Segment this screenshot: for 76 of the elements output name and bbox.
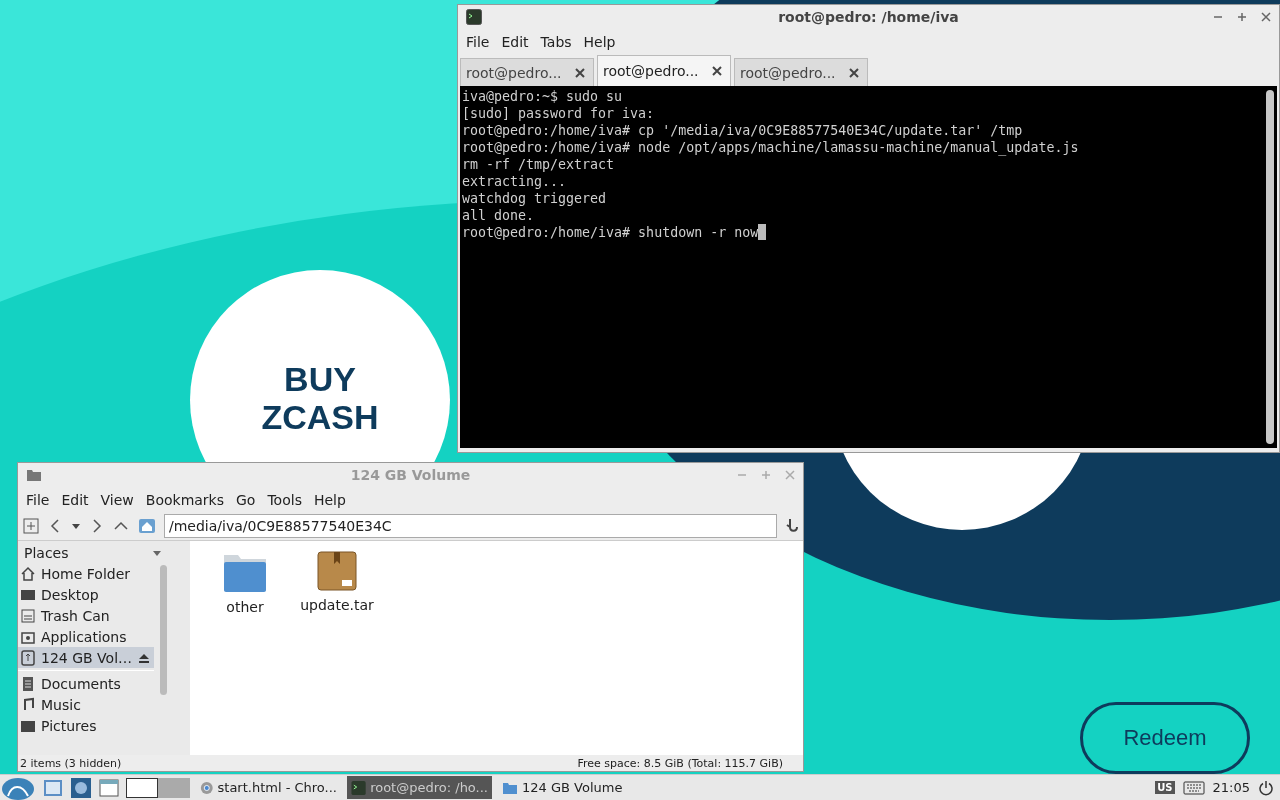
start-menu-icon[interactable] [0, 775, 36, 800]
browser-icon[interactable] [70, 776, 92, 799]
window-title: root@pedro: /home/iva [778, 9, 959, 25]
home-icon[interactable] [138, 517, 156, 535]
close-icon[interactable] [712, 66, 722, 76]
menu-item[interactable]: Go [230, 491, 262, 508]
terminal-line: iva@pedro:~$ sudo su [462, 88, 623, 105]
close-icon[interactable] [1261, 12, 1271, 22]
scrollbar[interactable] [1266, 90, 1274, 444]
sidebar-item[interactable]: Desktop [18, 584, 154, 605]
caret-icon[interactable] [152, 548, 162, 558]
menu-item[interactable]: Help [307, 491, 352, 508]
places-label: Places [24, 545, 69, 561]
taskbar-button[interactable]: 124 GB Volume [498, 776, 643, 799]
sidebar-item[interactable]: Applications [18, 626, 154, 647]
close-icon[interactable] [849, 67, 859, 78]
package-icon [317, 551, 357, 591]
menu-item[interactable]: Tools [261, 491, 308, 508]
home-icon [20, 565, 36, 582]
free-space-text: Free space: 8.5 GiB (Total: 115.7 GiB) [577, 756, 783, 770]
window-title: 124 GB Volume [350, 467, 471, 483]
folder-icon [26, 467, 42, 483]
terminal-line: all done. [462, 207, 535, 224]
terminal-tab[interactable]: root@pedro... [460, 58, 594, 86]
status-text: 2 items (3 hidden) [20, 756, 122, 770]
headline: BUY ZCASH [260, 360, 380, 436]
eject-icon[interactable] [138, 651, 150, 664]
keyboard-icon[interactable] [1182, 780, 1205, 795]
browser-icon [200, 779, 214, 796]
taskbar-button[interactable]: start.html - Chro... [196, 776, 341, 799]
text-cursor [758, 224, 767, 240]
scrollbar[interactable] [160, 565, 167, 695]
terminal-line: [sudo] password for iva: [462, 105, 655, 122]
sidebar-item[interactable]: Music [18, 694, 154, 715]
terminal-line: root@pedro:/home/iva# shutdown -r now [462, 224, 759, 241]
terminal-icon [351, 779, 367, 796]
sidebar-item[interactable]: Home Folder [18, 563, 154, 584]
go-icon[interactable] [785, 517, 799, 535]
menu-item[interactable]: View [94, 491, 140, 508]
menu-item[interactable]: Tabs [534, 33, 578, 50]
workspace-pager[interactable] [126, 777, 190, 798]
terminal-line: rm -rf /tmp/extract [462, 156, 615, 173]
back-icon[interactable] [48, 517, 62, 535]
sidebar-item[interactable]: 124 GB Vol… [18, 647, 154, 668]
keyboard-layout[interactable]: US [1155, 781, 1175, 794]
terminal-tab[interactable]: root@pedro... [597, 55, 731, 86]
sidebar-item[interactable]: Pictures [18, 715, 154, 736]
menu-item[interactable]: Bookmarks [139, 491, 230, 508]
directory-entry[interactable]: other [210, 551, 280, 615]
terminal-screen[interactable] [460, 86, 1277, 448]
drive-icon [20, 649, 36, 666]
taskbar-button[interactable]: root@pedro: /ho... [347, 776, 492, 799]
new-tab-icon[interactable] [22, 517, 40, 535]
terminal-line: extracting... [462, 173, 567, 190]
menu-item[interactable]: Help [577, 33, 622, 50]
terminal-line: root@pedro:/home/iva# cp '/media/iva/0C9E88577540E34C/update.tar' /tmp [462, 122, 1023, 139]
maximize-icon[interactable] [1237, 12, 1247, 22]
doc-icon [20, 675, 36, 692]
clock[interactable]: 21:05 [1212, 780, 1250, 795]
trash-icon [20, 607, 36, 624]
terminal-icon [466, 9, 482, 25]
menu-item[interactable]: File [20, 491, 56, 508]
menu-item[interactable]: Edit [495, 33, 535, 50]
terminal-line: watchdog triggered [462, 190, 607, 207]
directory-entry[interactable]: update.tar [302, 551, 372, 613]
power-icon[interactable] [1258, 779, 1274, 796]
sidebar-item[interactable]: Documents [18, 673, 154, 694]
terminal-tab[interactable]: root@pedro... [734, 58, 868, 86]
menu-item[interactable]: Edit [55, 491, 95, 508]
forward-icon[interactable] [90, 517, 104, 535]
menu-item[interactable]: File [460, 33, 496, 50]
path-field[interactable]: /media/iva/0C9E88577540E34C [164, 514, 777, 538]
window-icon[interactable] [98, 776, 120, 799]
close-icon[interactable] [575, 67, 585, 78]
terminal-line: root@pedro:/home/iva# node /opt/apps/machine/lamassu-machine/manual_update.js [462, 139, 1079, 156]
sidebar-item[interactable]: Trash Can [18, 605, 154, 626]
